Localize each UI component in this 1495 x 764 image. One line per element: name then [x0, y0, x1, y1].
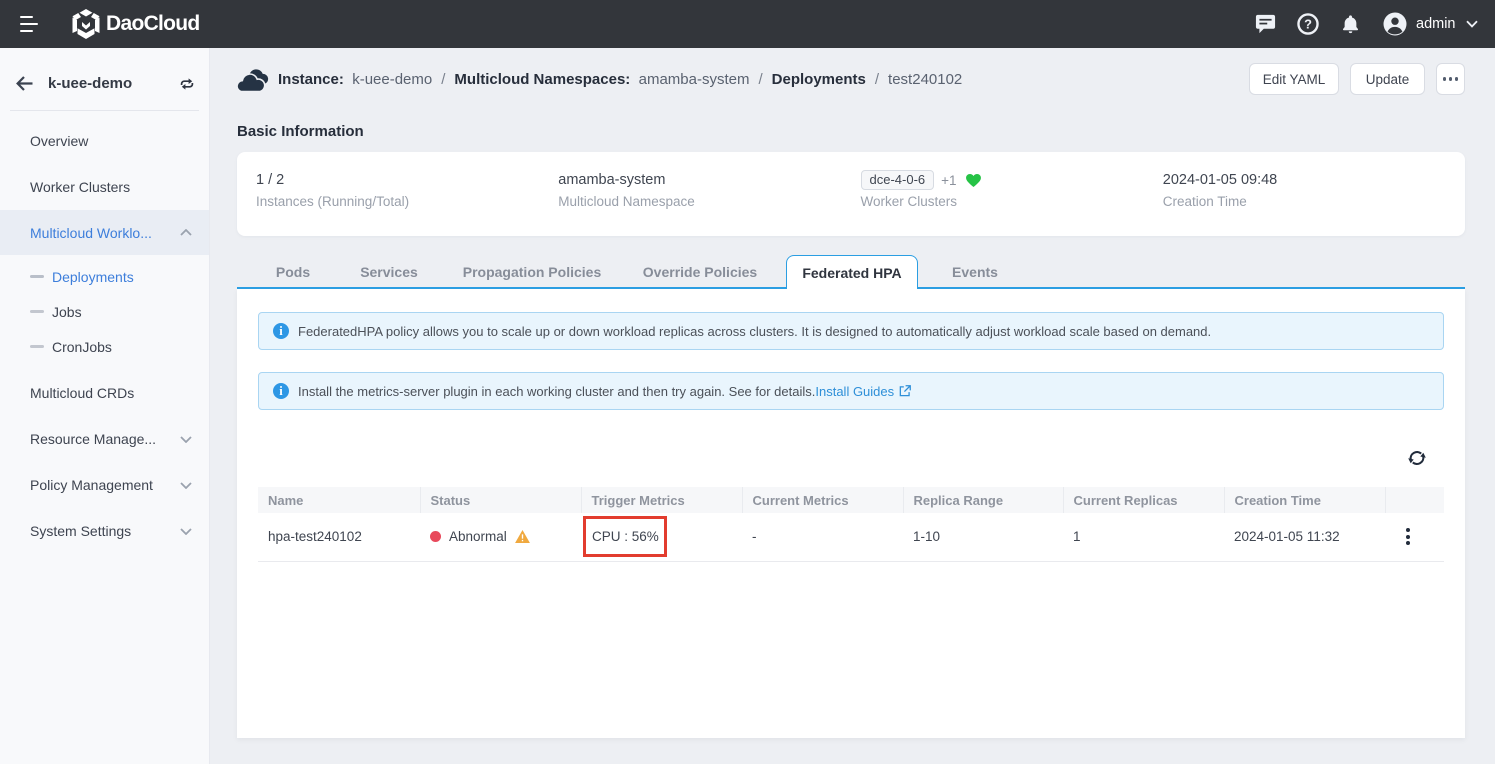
- svg-text:?: ?: [1304, 16, 1312, 31]
